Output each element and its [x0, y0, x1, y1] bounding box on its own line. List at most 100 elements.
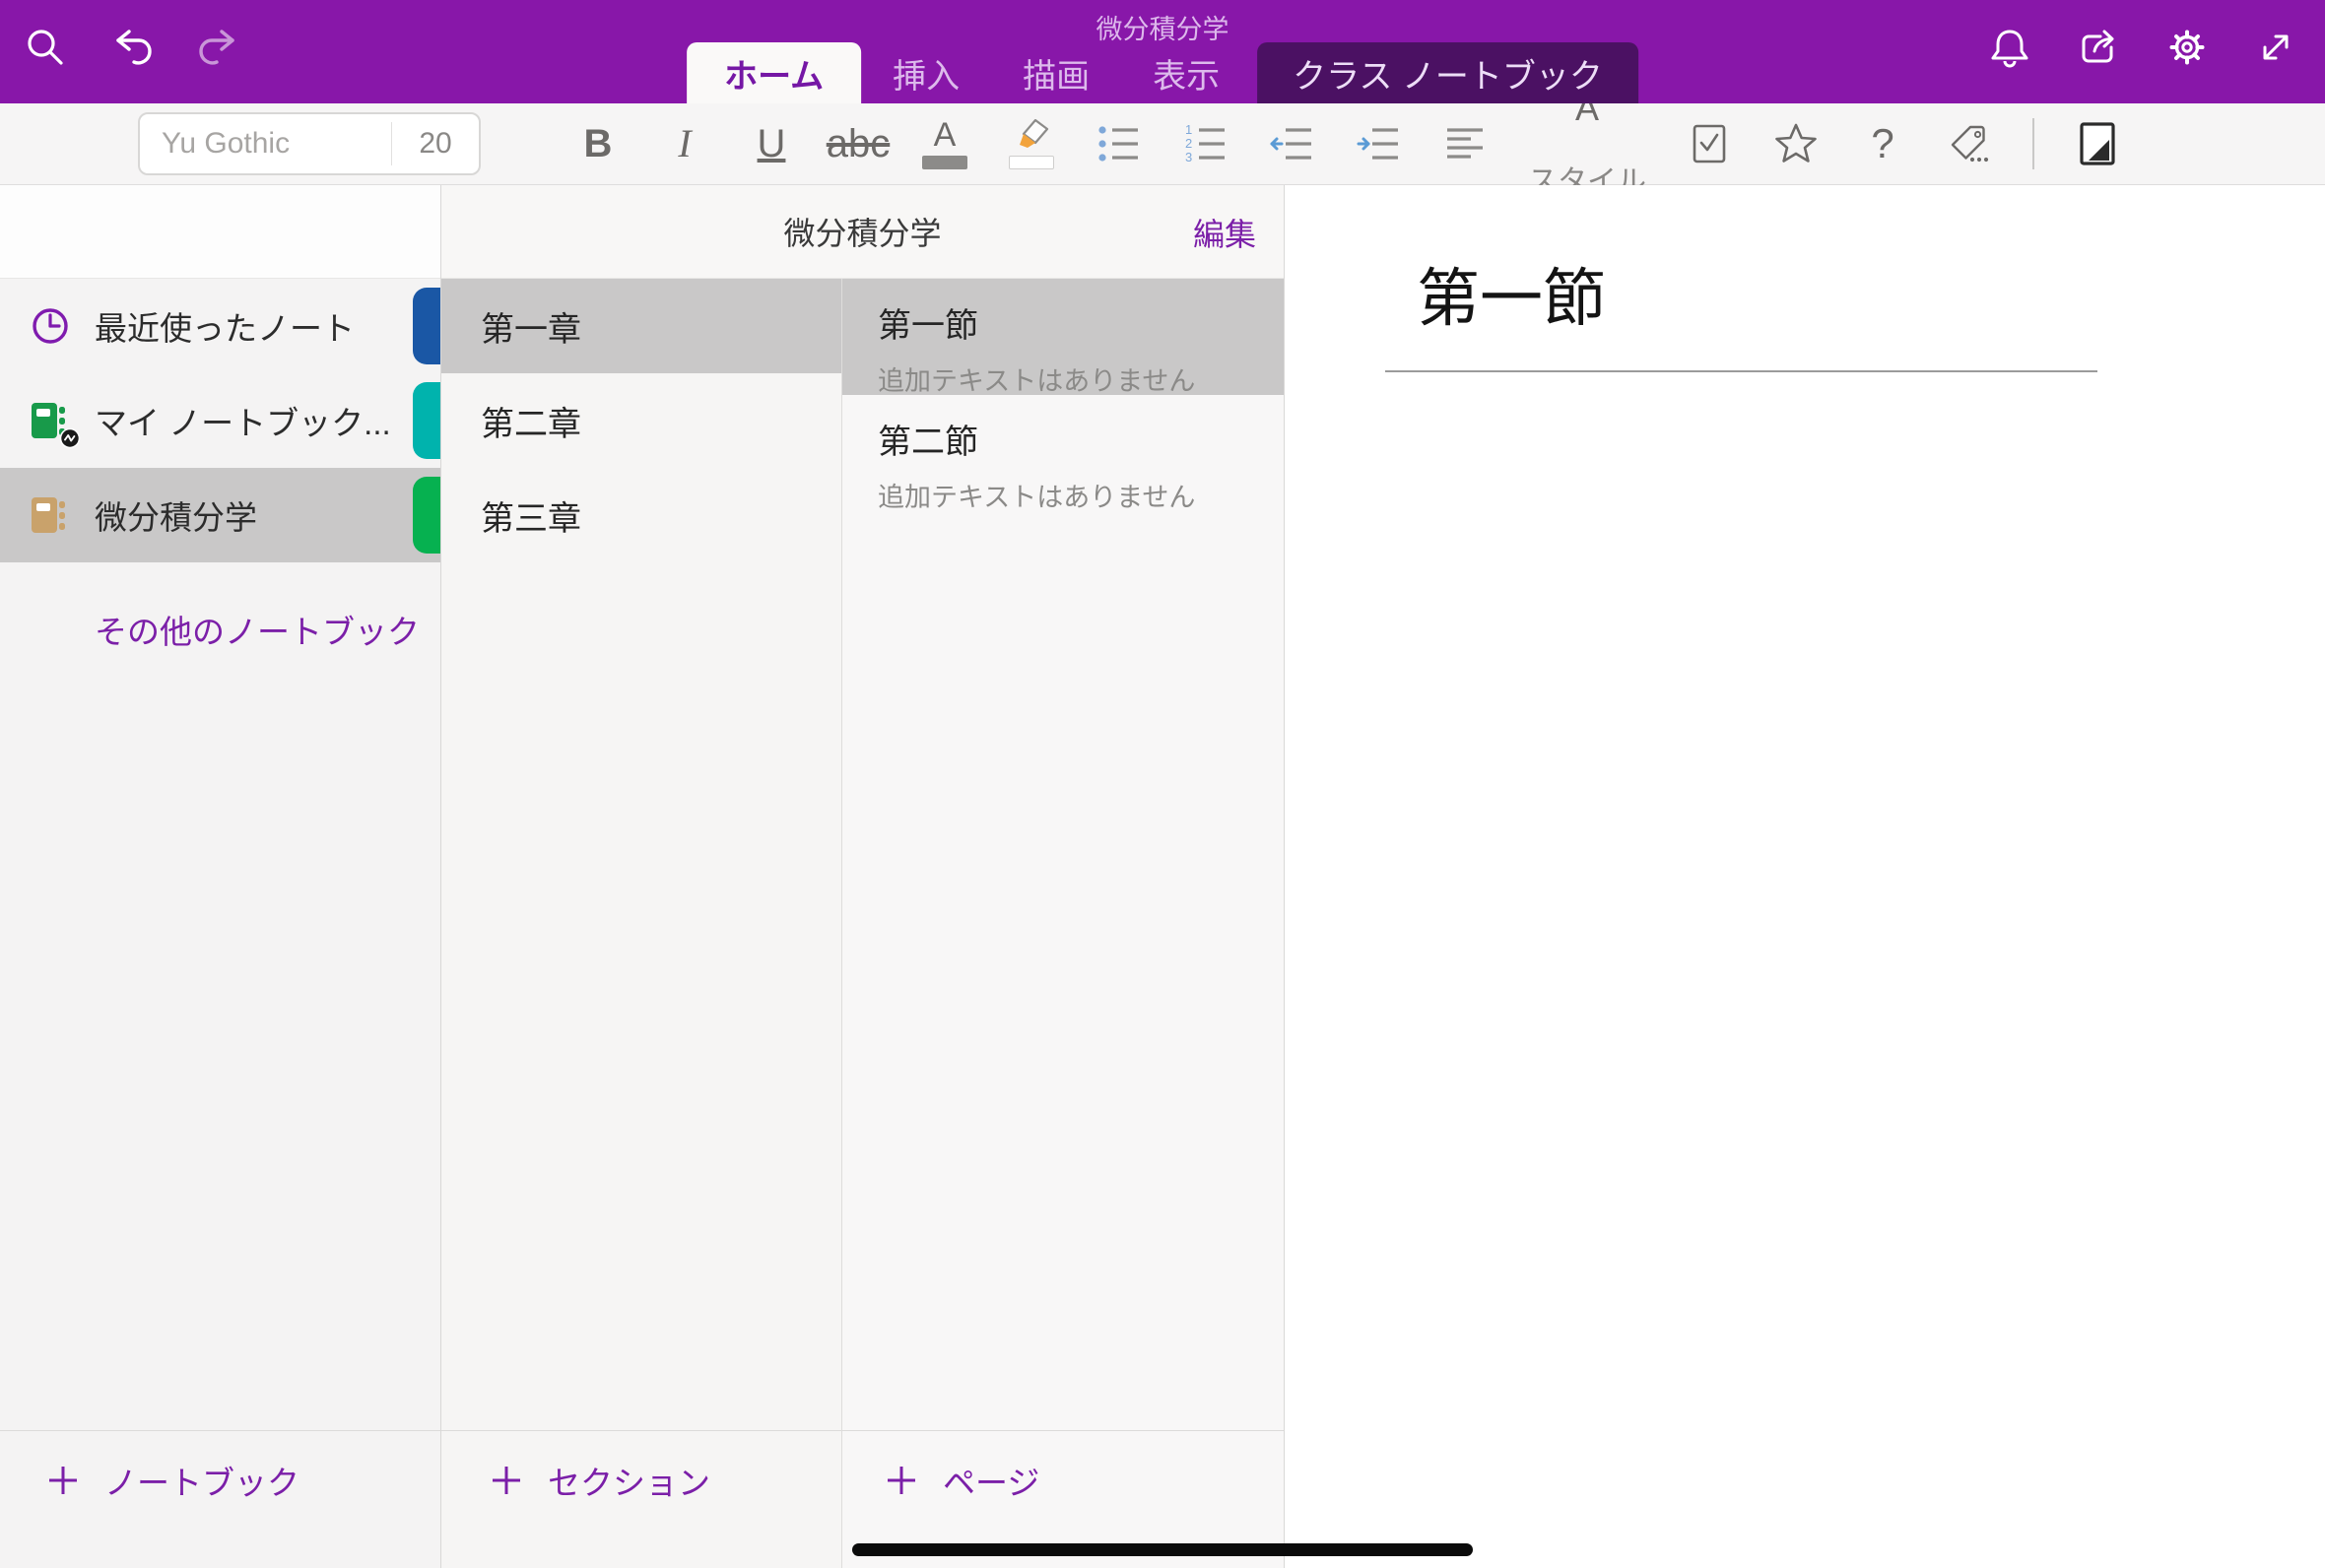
todo-tag-button[interactable] [1686, 116, 1733, 171]
notebook-panel-body: 第一章 第二章 第三章 セクション [441, 279, 1284, 1568]
section-item-2[interactable]: 第二章 [441, 373, 841, 468]
plus-icon [43, 1461, 83, 1500]
section-item-1[interactable]: 第一章 [441, 279, 841, 373]
alignment-button[interactable] [1441, 116, 1489, 171]
add-section-label: セクション [548, 1457, 710, 1504]
bell-icon [1986, 24, 2033, 71]
align-icon [1441, 120, 1489, 167]
sync-badge-icon [59, 427, 81, 449]
page-item-2[interactable]: 第二節 追加テキストはありません [842, 395, 1284, 511]
outdent-icon [1268, 120, 1315, 167]
question-tag-button[interactable]: ? [1859, 116, 1906, 171]
expand-icon [2252, 24, 2299, 71]
add-page-button[interactable]: ページ [882, 1457, 1284, 1504]
page-canvas[interactable]: 第一節 [1285, 185, 2325, 1568]
sidebar-item-label: マイ ノートブック... [95, 397, 391, 444]
sidebar-item-recent-notes[interactable]: 最近使ったノート [0, 279, 440, 373]
top-app-bar: 微分積分学 ホーム 挿入 描画 表示 クラス ノートブック [0, 0, 2325, 103]
sidebar-item-calculus[interactable]: 微分積分学 [0, 468, 440, 562]
tag-icon [1946, 120, 1993, 167]
page-panel-button[interactable] [2074, 116, 2121, 171]
section-list: 第一章 第二章 第三章 [441, 279, 841, 1430]
topbar-right-actions [1986, 24, 2299, 71]
ribbon-tab-bar: ホーム 挿入 描画 表示 クラス ノートブック [687, 42, 1638, 103]
strikethrough-button[interactable]: abc [834, 116, 882, 171]
highlight-button[interactable] [1008, 116, 1055, 171]
notebook-icon [28, 398, 73, 443]
bullet-list-button[interactable] [1095, 116, 1142, 171]
page-panel-icon [2074, 120, 2121, 167]
page-title-field[interactable]: 第一節 [1417, 248, 2325, 339]
sidebar-header [0, 185, 440, 279]
svg-text:2: 2 [1185, 136, 1192, 151]
tab-insert[interactable]: 挿入 [861, 42, 991, 103]
svg-text:1: 1 [1185, 122, 1192, 137]
toolbar-divider [2032, 118, 2034, 169]
notebook-icon [28, 492, 73, 538]
highlighter-icon [1008, 118, 1055, 152]
page-item-subtitle: 追加テキストはありません [878, 359, 1284, 398]
add-page-label: ページ [943, 1457, 1039, 1504]
font-selector[interactable]: Yu Gothic 20 [138, 112, 481, 175]
notebook-color-tab-teal [413, 382, 440, 459]
page-list: 第一節 追加テキストはありません 第二節 追加テキストはありません [842, 279, 1284, 1430]
gear-icon [2163, 24, 2211, 71]
share-button[interactable] [2075, 24, 2122, 71]
add-notebook-button[interactable]: ノートブック [43, 1457, 440, 1504]
notebook-color-tab-blue [413, 288, 440, 364]
star-icon [1772, 120, 1820, 167]
underline-button[interactable]: U [748, 116, 795, 171]
notebook-panel: 微分積分学 編集 第一章 第二章 第三章 セクション [441, 185, 1285, 1568]
styles-button[interactable]: A スタイル [1528, 116, 1646, 171]
font-name-value[interactable]: Yu Gothic [140, 127, 391, 161]
more-notebooks-link[interactable]: その他のノートブック [0, 606, 440, 653]
indent-icon [1355, 120, 1402, 167]
main-area: 最近使ったノート [0, 185, 2325, 1568]
add-notebook-label: ノートブック [104, 1457, 299, 1504]
tab-class-notebook[interactable]: クラス ノートブック [1257, 42, 1638, 103]
important-tag-button[interactable] [1772, 116, 1820, 171]
highlight-color-swatch [1009, 156, 1054, 169]
settings-button[interactable] [2163, 24, 2211, 71]
plus-icon [882, 1461, 921, 1500]
home-indicator[interactable] [852, 1543, 1473, 1556]
font-size-value[interactable]: 20 [392, 127, 479, 161]
sidebar-item-label: 微分積分学 [95, 491, 257, 539]
section-item-3[interactable]: 第三章 [441, 468, 841, 562]
share-icon [2075, 24, 2122, 71]
checkbox-icon [1686, 120, 1733, 167]
pages-column: 第一節 追加テキストはありません 第二節 追加テキストはありません [842, 279, 1284, 1568]
tab-home[interactable]: ホーム [687, 42, 861, 103]
edit-button[interactable]: 編集 [1193, 185, 1256, 279]
page-item-title: 第一節 [878, 298, 1284, 347]
notebook-color-tab-green [413, 477, 440, 554]
page-item-subtitle: 追加テキストはありません [878, 476, 1284, 514]
bullet-list-icon [1095, 120, 1142, 167]
outdent-button[interactable] [1268, 116, 1315, 171]
add-section-button[interactable]: セクション [487, 1457, 841, 1504]
notebook-panel-header: 微分積分学 編集 [441, 185, 1284, 279]
notifications-button[interactable] [1986, 24, 2033, 71]
notebooks-sidebar: 最近使ったノート [0, 185, 441, 1568]
plus-icon [487, 1461, 526, 1500]
numbered-list-button[interactable]: 123 [1181, 116, 1229, 171]
clock-icon [28, 303, 73, 349]
page-title-underline [1385, 370, 2097, 372]
numbered-list-icon: 123 [1181, 120, 1229, 167]
notebook-title: 微分積分学 [783, 209, 941, 254]
page-item-1[interactable]: 第一節 追加テキストはありません [842, 279, 1284, 395]
more-tags-button[interactable] [1946, 116, 1993, 171]
font-color-button[interactable]: A [921, 116, 968, 171]
tab-view[interactable]: 表示 [1121, 42, 1251, 103]
font-color-swatch [922, 156, 967, 169]
sections-footer: セクション [441, 1430, 841, 1568]
sections-column: 第一章 第二章 第三章 セクション [441, 279, 842, 1568]
sidebar-item-my-notebook[interactable]: マイ ノートブック... [0, 373, 440, 468]
fullscreen-button[interactable] [2252, 24, 2299, 71]
tab-draw[interactable]: 描画 [991, 42, 1121, 103]
bold-button[interactable]: B [574, 116, 622, 171]
sidebar-item-label: 最近使ったノート [95, 302, 355, 350]
indent-button[interactable] [1355, 116, 1402, 171]
italic-button[interactable]: I [661, 116, 708, 171]
page-item-title: 第二節 [878, 415, 1284, 463]
